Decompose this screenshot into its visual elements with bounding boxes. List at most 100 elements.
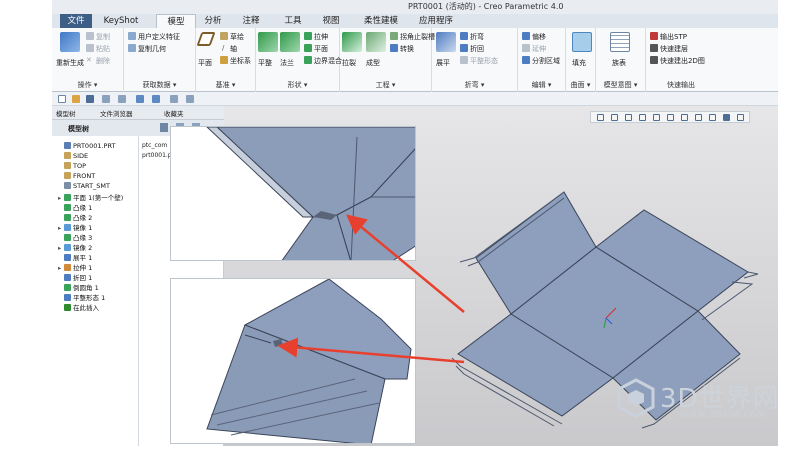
- tree-item[interactable]: PRT0001.PRT: [58, 142, 115, 152]
- unbend-button[interactable]: 展平: [436, 58, 450, 68]
- datum-plane-button[interactable]: 平面: [198, 58, 212, 68]
- bend-back-button[interactable]: 折回: [470, 44, 484, 54]
- panel-tabs: 模型树 文件浏览器 收藏夹: [52, 106, 224, 120]
- group-label-datum[interactable]: 基准 ▾: [196, 80, 255, 90]
- split-area-button[interactable]: 分割区域: [532, 56, 560, 66]
- fill-icon[interactable]: [572, 32, 592, 52]
- tree-item[interactable]: 折回 1: [58, 272, 92, 282]
- tree-item[interactable]: ▸ 拉伸 1: [58, 262, 92, 272]
- tab-tools[interactable]: 工具: [278, 14, 308, 28]
- delete-button[interactable]: 删除: [96, 56, 110, 66]
- regenerate-button[interactable]: 重新生成: [56, 58, 84, 68]
- group-label-operations[interactable]: 操作 ▾: [52, 80, 123, 90]
- customize-toolbar-icon[interactable]: [186, 95, 194, 103]
- bend-button[interactable]: 折弯: [470, 32, 484, 42]
- axis-button[interactable]: 轴: [230, 44, 237, 54]
- export-2d-button[interactable]: 快速建出2D图: [660, 56, 705, 66]
- group-label-editing[interactable]: 编辑 ▾: [518, 80, 565, 90]
- family-table-button[interactable]: 族表: [612, 58, 626, 68]
- tree-item[interactable]: 平整形态 1: [58, 292, 105, 302]
- open-icon[interactable]: [72, 95, 80, 103]
- udf-button[interactable]: 用户定义特征: [138, 32, 180, 42]
- tree-item[interactable]: START_SMT: [58, 182, 110, 192]
- convert-button[interactable]: 转换: [400, 44, 414, 54]
- undo-icon[interactable]: [102, 95, 110, 103]
- corner-relief-button[interactable]: 拐角止裂槽: [400, 32, 435, 42]
- new-icon[interactable]: [58, 95, 66, 103]
- tab-model[interactable]: 模型: [156, 14, 196, 28]
- save-icon[interactable]: [86, 95, 94, 103]
- tree-settings-icon[interactable]: [160, 123, 168, 132]
- tree-item[interactable]: SIDE: [58, 152, 88, 162]
- close-window-icon[interactable]: [170, 95, 178, 103]
- flat-wall-icon[interactable]: [258, 32, 278, 52]
- copy-geometry-button[interactable]: 复制几何: [138, 44, 166, 54]
- tree-item-label: 凸缘 1: [73, 204, 93, 212]
- group-shapes: 平整 法兰 拉伸 平面 边界混合 形状 ▾: [256, 28, 342, 92]
- group-label-surfaces[interactable]: 曲面 ▾: [566, 80, 595, 90]
- copy-button[interactable]: 复制: [96, 32, 110, 42]
- tree-item[interactable]: 在此插入: [58, 302, 99, 312]
- planar-button[interactable]: 平面: [314, 44, 328, 54]
- sketch-button[interactable]: 草绘: [230, 32, 244, 42]
- tab-analysis[interactable]: 分析: [198, 14, 228, 28]
- unbend-icon[interactable]: [436, 32, 456, 52]
- group-label-model-intent[interactable]: 模型意图 ▾: [596, 80, 645, 90]
- group-label-bends[interactable]: 折弯 ▾: [432, 80, 517, 90]
- windows-icon[interactable]: [152, 95, 160, 103]
- column-divider[interactable]: [138, 136, 139, 446]
- group-label-engineering[interactable]: 工程 ▾: [340, 80, 431, 90]
- extrude-button[interactable]: 拉伸: [314, 32, 328, 42]
- tree-item[interactable]: 凸缘 1: [58, 202, 92, 212]
- tree-item[interactable]: 凸缘 3: [58, 232, 92, 242]
- tree-item[interactable]: 凸缘 2: [58, 212, 92, 222]
- paste-button[interactable]: 粘贴: [96, 44, 110, 54]
- tab-flexible-modeling[interactable]: 柔性建模: [358, 14, 404, 28]
- flange-wall-button[interactable]: 法兰: [280, 58, 294, 68]
- group-label-get-data[interactable]: 获取数据 ▾: [124, 80, 195, 90]
- tree-item[interactable]: FRONT: [58, 172, 95, 182]
- tab-file[interactable]: 文件: [60, 14, 92, 28]
- boundary-blend-button[interactable]: 边界混合: [314, 56, 342, 66]
- tree-item[interactable]: TOP: [58, 162, 86, 172]
- detail-inset-top: [170, 126, 416, 261]
- form-button[interactable]: 成型: [366, 58, 380, 68]
- tab-file-browser[interactable]: 文件浏览器: [100, 108, 133, 118]
- fill-button[interactable]: 填充: [572, 58, 586, 68]
- tab-model-tree[interactable]: 模型树: [56, 108, 76, 118]
- tree-item[interactable]: ▸ 镜像 2: [58, 242, 92, 252]
- datum-plane-icon[interactable]: [196, 32, 216, 46]
- tree-item-label: 凸缘 3: [73, 234, 93, 242]
- group-label-shapes[interactable]: 形状 ▾: [256, 80, 339, 90]
- rip-icon[interactable]: [342, 32, 362, 52]
- export-stp-button[interactable]: 输出STP: [660, 32, 687, 42]
- group-label-quick-export: 快速输出: [667, 81, 695, 89]
- form-icon[interactable]: [366, 32, 386, 52]
- flange-wall-icon[interactable]: [280, 32, 300, 52]
- tree-item[interactable]: ▸ 镜像 1: [58, 222, 92, 232]
- regenerate-small-icon[interactable]: [136, 95, 144, 103]
- tab-applications[interactable]: 应用程序: [414, 14, 458, 28]
- tree-item-label: 平面 1(第一个壁): [73, 194, 124, 202]
- csys-icon: [220, 56, 228, 64]
- tree-item[interactable]: 展平 1: [58, 252, 92, 262]
- flat-wall-button[interactable]: 平整: [258, 58, 272, 68]
- tab-annotate[interactable]: 注释: [236, 14, 266, 28]
- csys-button[interactable]: 坐标系: [230, 56, 251, 66]
- tree-item[interactable]: 倒圆角 1: [58, 282, 99, 292]
- offset-button[interactable]: 偏移: [532, 32, 546, 42]
- rip-button[interactable]: 拉裂: [342, 58, 356, 68]
- planar-icon: [304, 44, 312, 52]
- tab-keyshot[interactable]: KeyShot: [100, 14, 142, 28]
- extend-button[interactable]: 延伸: [532, 44, 546, 54]
- regenerate-icon[interactable]: [60, 32, 80, 52]
- family-table-icon[interactable]: [610, 32, 630, 52]
- flat-pattern-button[interactable]: 平整形态: [470, 56, 498, 66]
- feature-icon: [64, 304, 71, 311]
- quick-layer-button[interactable]: 快速建层: [660, 44, 688, 54]
- tree-item[interactable]: ▸ 平面 1(第一个壁): [58, 192, 123, 202]
- tab-view[interactable]: 视图: [316, 14, 346, 28]
- udf-icon: [128, 32, 136, 40]
- redo-icon[interactable]: [118, 95, 126, 103]
- tab-favorites[interactable]: 收藏夹: [164, 108, 184, 118]
